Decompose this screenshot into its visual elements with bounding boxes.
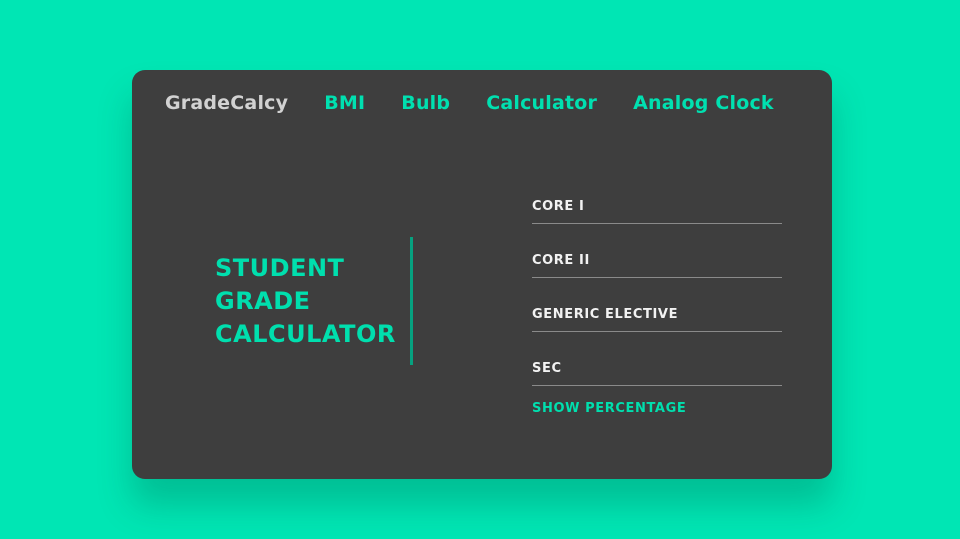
grade-form: SHOW PERCENTAGE [532, 190, 782, 416]
field-core-2 [532, 244, 782, 298]
field-sec [532, 352, 782, 406]
nav-link-bmi[interactable]: BMI [324, 92, 365, 114]
field-core-1 [532, 190, 782, 244]
core-2-input[interactable] [532, 244, 782, 278]
title-line-grade: GRADE [215, 287, 311, 315]
brand-link[interactable]: GradeCalcy [165, 92, 288, 114]
title-line-calculator: CALCULATOR [215, 320, 396, 348]
top-nav: GradeCalcy BMI Bulb Calculator Analog Cl… [165, 90, 774, 116]
sec-input[interactable] [532, 352, 782, 386]
main-card: GradeCalcy BMI Bulb Calculator Analog Cl… [132, 70, 832, 479]
nav-link-calculator[interactable]: Calculator [486, 92, 597, 114]
field-generic-elective [532, 298, 782, 352]
nav-link-analog-clock[interactable]: Analog Clock [633, 92, 774, 114]
core-1-input[interactable] [532, 190, 782, 224]
vertical-divider [410, 237, 413, 365]
nav-link-bulb[interactable]: Bulb [401, 92, 450, 114]
title-line-student: STUDENT [215, 254, 345, 282]
generic-elective-input[interactable] [532, 298, 782, 332]
page-title: STUDENT GRADE CALCULATOR [215, 252, 405, 351]
show-percentage-button[interactable]: SHOW PERCENTAGE [532, 401, 686, 416]
